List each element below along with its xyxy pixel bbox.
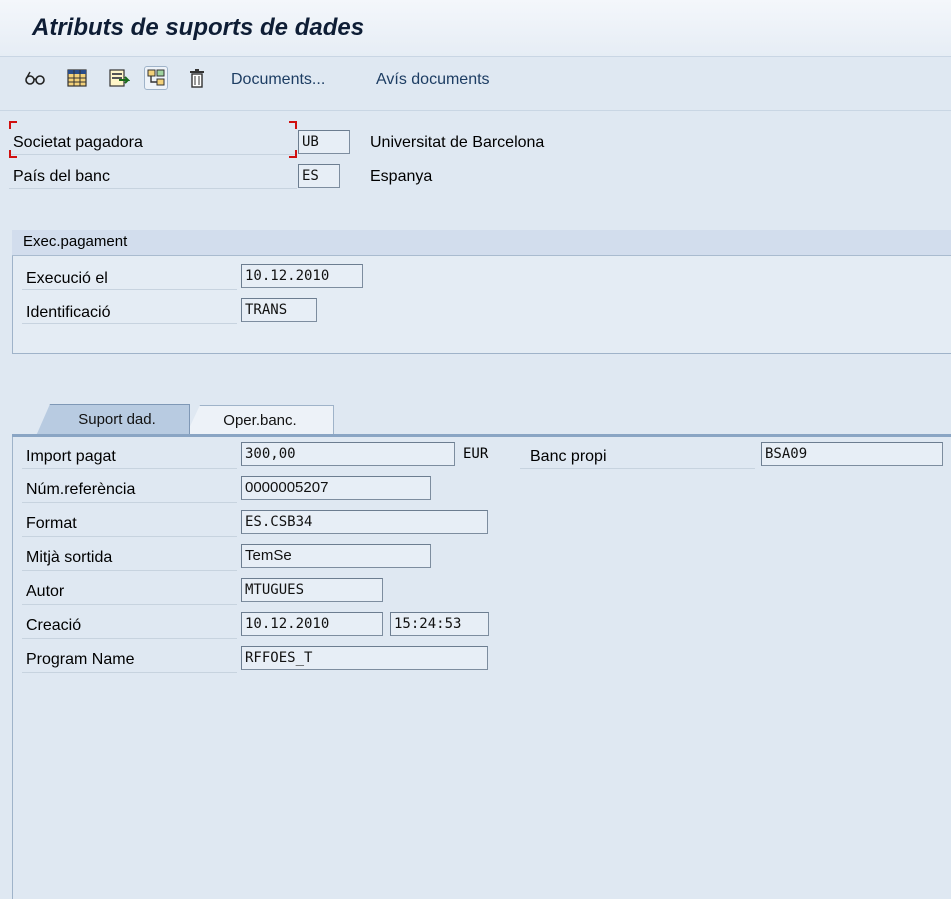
company-code-field[interactable]: UB xyxy=(298,130,350,154)
created-label: Creació xyxy=(26,617,82,634)
author-label: Autor xyxy=(26,583,65,600)
identification-label: Identificació xyxy=(26,304,111,321)
output-medium-field[interactable]: TemSe xyxy=(241,544,431,568)
tab-label: Suport dad. xyxy=(78,411,156,428)
country-code-field[interactable]: ES xyxy=(298,164,340,188)
focus-marker xyxy=(9,150,17,158)
program-name-label: Program Name xyxy=(26,651,135,668)
documents-link[interactable]: Documents... xyxy=(231,71,325,89)
focus-marker xyxy=(9,121,17,129)
identification-field[interactable]: TRANS xyxy=(241,298,317,322)
house-bank-field[interactable]: BSA09 xyxy=(761,442,943,466)
tab-data-medium[interactable]: Suport dad. xyxy=(36,404,190,436)
sap-window: Atributs de suports de dades Documents..… xyxy=(0,0,951,899)
document-notice-link[interactable]: Avís documents xyxy=(376,71,490,89)
export-icon[interactable] xyxy=(108,67,131,89)
table-icon[interactable] xyxy=(66,67,88,89)
amount-paid-field[interactable]: 300,00 xyxy=(241,442,455,466)
trash-icon[interactable] xyxy=(186,67,208,89)
group-title: Exec.pagament xyxy=(23,233,128,250)
output-medium-label: Mitjà sortida xyxy=(26,549,113,566)
focus-marker xyxy=(289,150,297,158)
country-name-text: Espanya xyxy=(370,168,433,185)
glasses-icon[interactable] xyxy=(24,67,46,89)
focus-marker xyxy=(289,121,297,129)
run-date-field[interactable]: 10.12.2010 xyxy=(241,264,363,288)
company-label: Societat pagadora xyxy=(13,134,143,151)
reference-label: Núm.referència xyxy=(26,481,136,498)
amount-paid-label: Import pagat xyxy=(26,448,116,465)
format-field[interactable]: ES.CSB34 xyxy=(241,510,488,534)
run-date-label: Execució el xyxy=(26,270,108,287)
application-toolbar: Documents... Avís documents xyxy=(0,57,951,111)
payment-run-group-header: Exec.pagament xyxy=(12,230,951,256)
program-name-field[interactable]: RFFOES_T xyxy=(241,646,488,670)
hierarchy-icon[interactable] xyxy=(144,66,168,90)
page-title: Atributs de suports de dades xyxy=(32,14,365,41)
author-field[interactable]: MTUGUES xyxy=(241,578,383,602)
country-label: País del banc xyxy=(13,168,110,185)
title-bar: Atributs de suports de dades xyxy=(0,0,951,57)
company-name-text: Universitat de Barcelona xyxy=(370,134,545,151)
currency-text: EUR xyxy=(463,446,489,462)
reference-field[interactable]: 0000005207 xyxy=(241,476,431,500)
tab-label: Oper.banc. xyxy=(223,412,297,429)
created-time-field[interactable]: 15:24:53 xyxy=(390,612,489,636)
tab-bank-operations[interactable]: Oper.banc. xyxy=(186,405,334,435)
created-date-field[interactable]: 10.12.2010 xyxy=(241,612,383,636)
format-label: Format xyxy=(26,515,77,532)
house-bank-label: Banc propi xyxy=(530,448,607,465)
